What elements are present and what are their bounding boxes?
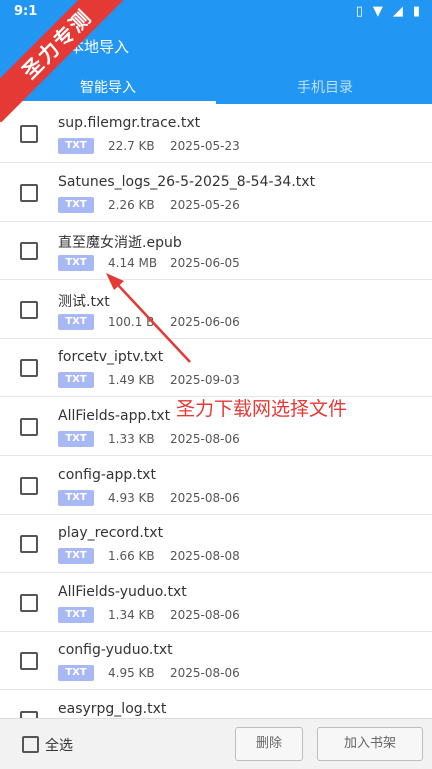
file-type-badge: TXT bbox=[58, 607, 94, 623]
row-checkbox[interactable] bbox=[20, 652, 38, 670]
file-size: 100.1 B bbox=[108, 315, 155, 329]
battery-icon: ▮ bbox=[412, 4, 420, 19]
vibrate-icon: ▯ bbox=[355, 4, 363, 19]
row-checkbox[interactable] bbox=[20, 301, 38, 319]
list-item[interactable]: config-yuduo.txt TXT 4.95 KB 2025-08-06 bbox=[0, 631, 432, 690]
file-size: 1.49 KB bbox=[108, 373, 155, 387]
file-size: 4.95 KB bbox=[108, 666, 155, 680]
delete-button[interactable]: 删除 bbox=[235, 727, 303, 761]
file-name: play_record.txt bbox=[58, 525, 164, 541]
list-item[interactable]: easyrpg_log.txt bbox=[0, 690, 432, 718]
signal-icon: ◢ bbox=[392, 4, 403, 19]
row-checkbox[interactable] bbox=[20, 184, 38, 202]
list-item[interactable]: AllFields-yuduo.txt TXT 1.34 KB 2025-08-… bbox=[0, 573, 432, 632]
list-item[interactable]: play_record.txt TXT 1.66 KB 2025-08-08 bbox=[0, 514, 432, 573]
file-size: 2.26 KB bbox=[108, 198, 155, 212]
select-all-checkbox[interactable] bbox=[22, 736, 39, 753]
file-name: forcetv_iptv.txt bbox=[58, 349, 164, 365]
file-date: 2025-06-06 bbox=[170, 315, 240, 329]
file-date: 2025-08-06 bbox=[170, 608, 240, 622]
file-type-badge: TXT bbox=[58, 138, 94, 154]
file-date: 2025-08-08 bbox=[170, 549, 240, 563]
file-name: AllFields-app.txt bbox=[58, 408, 171, 424]
file-date: 2025-06-05 bbox=[170, 256, 240, 270]
status-icons: ▯ ▼ ◢ ▮ bbox=[356, 4, 420, 19]
file-name: easyrpg_log.txt bbox=[58, 701, 167, 717]
file-type-badge: TXT bbox=[58, 372, 94, 388]
status-time: 9:1 bbox=[14, 4, 38, 19]
tab-phone-directory[interactable]: 手机目录 bbox=[297, 77, 353, 97]
file-name: config-yuduo.txt bbox=[58, 642, 173, 658]
list-item[interactable]: 直至魔女消逝.epub TXT 4.14 MB 2025-06-05 bbox=[0, 221, 432, 280]
list-item[interactable]: forcetv_iptv.txt TXT 1.49 KB 2025-09-03 bbox=[0, 338, 432, 397]
annotation-text: 圣力下载网选择文件 bbox=[176, 398, 348, 420]
file-date: 2025-05-23 bbox=[170, 139, 240, 153]
file-type-badge: TXT bbox=[58, 314, 94, 330]
file-date: 2025-08-06 bbox=[170, 432, 240, 446]
file-size: 1.33 KB bbox=[108, 432, 155, 446]
file-type-badge: TXT bbox=[58, 255, 94, 271]
row-checkbox[interactable] bbox=[20, 242, 38, 260]
select-all-label[interactable]: 全选 bbox=[45, 735, 73, 755]
row-checkbox[interactable] bbox=[20, 418, 38, 436]
file-size: 4.14 MB bbox=[108, 256, 158, 270]
file-size: 1.34 KB bbox=[108, 608, 155, 622]
file-type-badge: TXT bbox=[58, 548, 94, 564]
file-name: Satunes_logs_26-5-2025_8-54-34.txt bbox=[58, 174, 316, 190]
file-type-badge: TXT bbox=[58, 197, 94, 213]
row-checkbox[interactable] bbox=[20, 535, 38, 553]
list-item[interactable]: sup.filemgr.trace.txt TXT 22.7 KB 2025-0… bbox=[0, 104, 432, 163]
file-date: 2025-09-03 bbox=[170, 373, 240, 387]
file-name: AllFields-yuduo.txt bbox=[58, 584, 187, 600]
row-checkbox[interactable] bbox=[20, 125, 38, 143]
file-type-badge: TXT bbox=[58, 665, 94, 681]
file-date: 2025-08-06 bbox=[170, 491, 240, 505]
list-item[interactable]: 测试.txt TXT 100.1 B 2025-06-06 bbox=[0, 280, 432, 339]
file-type-badge: TXT bbox=[58, 431, 94, 447]
file-size: 1.66 KB bbox=[108, 549, 155, 563]
row-checkbox[interactable] bbox=[20, 594, 38, 612]
row-checkbox[interactable] bbox=[20, 477, 38, 495]
file-date: 2025-05-26 bbox=[170, 198, 240, 212]
file-size: 22.7 KB bbox=[108, 139, 155, 153]
tab-smart-import[interactable]: 智能导入 bbox=[80, 77, 136, 97]
row-checkbox[interactable] bbox=[20, 359, 38, 377]
file-date: 2025-08-06 bbox=[170, 666, 240, 680]
list-item[interactable]: config-app.txt TXT 4.93 KB 2025-08-06 bbox=[0, 456, 432, 515]
list-item[interactable]: Satunes_logs_26-5-2025_8-54-34.txt TXT 2… bbox=[0, 163, 432, 222]
bottom-action-bar: 全选 删除 加入书架 bbox=[0, 718, 432, 769]
file-name: sup.filemgr.trace.txt bbox=[58, 115, 201, 131]
file-type-badge: TXT bbox=[58, 490, 94, 506]
row-checkbox[interactable] bbox=[20, 711, 38, 718]
file-size: 4.93 KB bbox=[108, 491, 155, 505]
file-name: 直至魔女消逝.epub bbox=[58, 235, 182, 251]
add-to-shelf-button[interactable]: 加入书架 bbox=[317, 727, 423, 761]
file-name: 测试.txt bbox=[58, 294, 110, 310]
wifi-icon: ▼ bbox=[372, 4, 383, 19]
file-name: config-app.txt bbox=[58, 467, 156, 483]
